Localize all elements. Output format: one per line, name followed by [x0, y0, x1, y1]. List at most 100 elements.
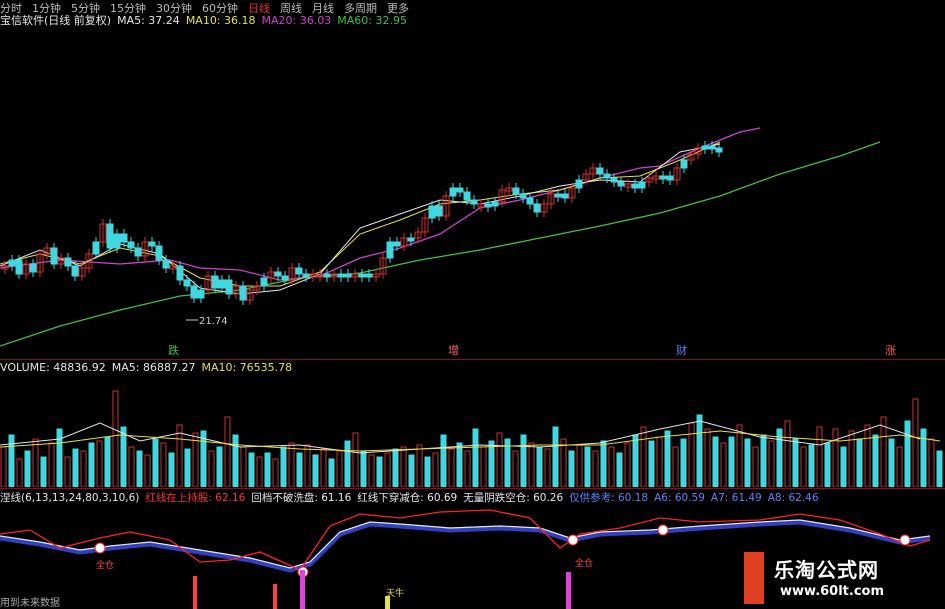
logo-icon [744, 552, 764, 604]
volume-bar [56, 428, 63, 487]
panel-divider [0, 359, 945, 360]
volume-bar [488, 440, 495, 487]
volume-bar [72, 448, 79, 487]
volume-bar [416, 444, 423, 487]
candle [680, 159, 688, 169]
volume-bar [440, 434, 447, 487]
candle [484, 203, 492, 208]
volume-bar [632, 434, 639, 487]
signal-bar [300, 570, 305, 609]
watermark-logo: 乐淘公式网 www.60lt.com [738, 550, 945, 609]
ma5-line [0, 143, 721, 295]
volume-bar [288, 442, 295, 487]
volume-bar [624, 442, 631, 487]
watermark-url: www.60lt.com [780, 584, 885, 599]
volume-bar [672, 446, 679, 487]
candle [120, 233, 128, 243]
volume-bar [728, 436, 735, 487]
price-panel-header: 宝信软件(日线 前复权) MA5: 37.24 MA10: 36.18 MA20… [0, 12, 407, 28]
volume-bar [576, 444, 583, 487]
volume-panel-header: VOLUME: 48836.92 MA5: 86887.27 MA10: 765… [0, 361, 292, 374]
candle [71, 265, 79, 277]
candle [456, 187, 464, 193]
volume-bar [208, 450, 215, 487]
volume-ma5: MA5: 86887.27 [111, 361, 196, 374]
volume-bar [736, 424, 743, 487]
volume-bar [0, 446, 7, 487]
candle [344, 273, 352, 278]
volume-bar [368, 454, 375, 487]
volume-bar [720, 442, 727, 487]
candle [155, 245, 163, 261]
volume-bar [528, 442, 535, 487]
candle [190, 285, 198, 299]
volume-bar [800, 446, 807, 487]
volume-bar [920, 428, 927, 487]
indicator-panel-header: 涅线(6,13,13,24,80,3,10,6) 红线在上持股: 62.16 回档… [0, 490, 819, 505]
ma20-value: MA20: 36.03 [261, 13, 332, 27]
volume-bar [864, 424, 871, 487]
volume-bar [248, 452, 255, 487]
candle [113, 233, 121, 249]
volume-bar [224, 416, 231, 487]
volume-bar [824, 442, 831, 487]
candle [519, 193, 527, 199]
volume-bar [584, 446, 591, 487]
ma60-value: MA60: 32.95 [337, 13, 407, 27]
volume-bar [472, 428, 479, 487]
volume-bar [304, 444, 311, 487]
volume-bar [832, 428, 839, 487]
volume-bar [296, 452, 303, 487]
indicator-item-4: 仅供参考: 60.18 [569, 492, 649, 504]
candle [407, 237, 415, 242]
volume-bar [544, 448, 551, 487]
volume-bar [608, 446, 615, 487]
candle [715, 147, 723, 153]
volume-bars [0, 390, 943, 487]
candle [393, 241, 401, 247]
volume-bar [592, 450, 599, 487]
volume-bar [88, 442, 95, 487]
indicator-item-5: A6: 60.59 [654, 491, 705, 504]
low-marker-label: 21.74 [199, 316, 228, 327]
candle [470, 199, 478, 205]
volume-bar [256, 456, 263, 487]
candle [659, 175, 667, 180]
volume-bar [456, 442, 463, 487]
candle [92, 241, 100, 255]
candle [218, 279, 226, 289]
volume-bar [640, 426, 647, 487]
volume-bar [696, 414, 703, 487]
indicator-item-6: A7: 61.49 [710, 491, 762, 504]
candle [603, 173, 611, 179]
volume-bar [904, 420, 911, 487]
volume-bar [136, 450, 143, 487]
price-chart[interactable]: 21.74 跌 增 财 涨 [0, 28, 945, 358]
indicator-item-7: A8: 62.46 [767, 491, 819, 504]
volume-bar [120, 426, 127, 487]
candle [29, 263, 37, 273]
volume-bar [936, 450, 943, 487]
candle [281, 275, 289, 281]
volume-bar [424, 456, 431, 487]
candle [428, 205, 436, 219]
candle [435, 205, 443, 217]
volume-bar [16, 458, 23, 487]
candle [631, 183, 639, 189]
volume-bar [464, 450, 471, 487]
volume-bar [104, 436, 111, 487]
volume-bar [376, 456, 383, 487]
volume-bar [912, 398, 919, 487]
volume-bar [280, 446, 287, 487]
volume-bar [392, 448, 399, 487]
candle [295, 267, 303, 275]
volume-chart[interactable] [0, 375, 945, 487]
volume-bar [232, 434, 239, 487]
volume-value: VOLUME: 48836.92 [0, 361, 106, 374]
volume-bar [360, 450, 367, 487]
marker-die: 跌 [168, 343, 179, 357]
volume-bar [664, 430, 671, 487]
candle [561, 193, 569, 199]
volume-bar [432, 452, 439, 487]
candle [148, 241, 156, 247]
